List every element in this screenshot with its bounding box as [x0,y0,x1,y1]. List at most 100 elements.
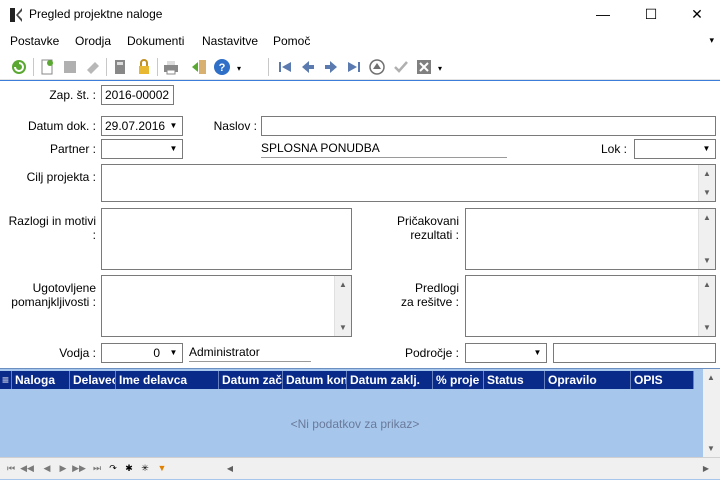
refresh-icon[interactable] [10,58,28,76]
grid-scrollbar[interactable]: ▲ ▼ [703,369,720,457]
first-record-icon[interactable] [276,58,294,76]
nav-prev-page-icon[interactable]: ◀◀ [20,461,34,475]
nav-last-icon[interactable]: ⏭ [90,461,104,475]
scrollbar[interactable]: ▲ ▼ [698,165,715,201]
predlogi-label-line1: Predlogi [414,281,459,295]
podrocje-label: Področje : [404,346,459,360]
column-header[interactable]: Datum zaklj. [347,371,433,389]
scrollbar[interactable]: ▲ ▼ [698,209,715,269]
scroll-up-icon[interactable]: ▲ [699,276,715,293]
vodja-field[interactable]: 0 ▼ [101,343,183,363]
datum-dok-field[interactable]: 29.07.2016 ▼ [101,116,183,136]
pricakovani-memo[interactable]: ▲ ▼ [465,208,716,270]
project-form: Zap. št. : 2016-00002 Datum dok. : 29.07… [0,80,720,368]
menu-postavke[interactable]: Postavke [10,34,59,48]
close-box-icon[interactable] [415,58,433,76]
scroll-up-icon[interactable]: ▲ [699,165,715,182]
lok-label: Lok : [600,142,627,156]
toolbar-separator [106,58,107,76]
scroll-up-icon[interactable]: ▲ [703,369,719,386]
scroll-down-icon[interactable]: ▼ [335,319,351,336]
scroll-up-icon[interactable]: ▲ [335,276,351,293]
scroll-up-icon[interactable]: ▲ [699,209,715,226]
predlogi-memo[interactable]: ▲ ▼ [465,275,716,337]
lock-icon[interactable] [135,58,153,76]
help-icon[interactable]: ? [213,58,231,76]
svg-text:?: ? [219,62,226,74]
toolbar-dropdown-icon[interactable]: ▾ [438,64,442,73]
zap-st-field[interactable]: 2016-00002 [101,85,174,105]
filter-icon[interactable]: ▼ [155,461,169,475]
last-record-icon[interactable] [345,58,363,76]
eraser-icon[interactable] [84,58,102,76]
cilj-projekta-memo[interactable]: ▲ ▼ [101,164,716,202]
horizontal-scrollbar[interactable]: ◀ ▶ [222,460,720,477]
nav-next-page-icon[interactable]: ▶▶ [72,461,86,475]
column-header[interactable]: Datum zač. [219,371,283,389]
column-header[interactable]: Status [484,371,545,389]
menu-bar: Postavke Orodja Dokumenti Nastavitve Pom… [0,31,720,53]
copy-icon[interactable] [61,58,79,76]
scroll-left-icon[interactable]: ◀ [222,460,238,477]
nav-first-icon[interactable]: ⏮ [4,461,18,475]
partner-name: SPLOSNA PONUDBA [261,141,507,158]
calculator-icon[interactable] [111,58,129,76]
confirm-check-icon[interactable] [392,58,410,76]
pricakovani-label-line2: rezultati : [410,228,459,242]
toolbar: ? ▾ ▾ [0,54,720,80]
column-header[interactable]: OPIS [631,371,694,389]
minimize-button[interactable]: — [580,0,626,30]
chevron-down-icon[interactable]: ▼ [165,344,182,362]
close-button[interactable]: ✕ [674,0,720,30]
partner-field[interactable]: ▼ [101,139,183,159]
nav-refresh-icon[interactable]: ↷ [106,461,120,475]
podrocje-field[interactable]: ▼ [465,343,547,363]
scroll-down-icon[interactable]: ▼ [699,184,715,201]
scrollbar[interactable]: ▲ ▼ [334,276,351,336]
exit-icon[interactable] [190,58,208,76]
menu-pomoc[interactable]: Pomoč [273,34,310,48]
menu-nastavitve[interactable]: Nastavitve [202,34,258,48]
ugotovljene-label-line2: pomanjkljivosti : [11,295,96,309]
podrocje-text-field[interactable] [553,343,716,363]
previous-record-icon[interactable] [299,58,317,76]
column-header[interactable]: Datum kon. [283,371,347,389]
nav-prev-icon[interactable]: ◀ [40,461,54,475]
toolbar-dropdown-icon[interactable]: ▾ [237,64,241,73]
grid-menu-icon[interactable]: ≡ [0,371,12,389]
nav-asterisk-icon[interactable]: ✱ [122,461,136,475]
menu-orodja[interactable]: Orodja [75,34,111,48]
toolbar-separator [33,58,34,76]
razlogi-memo[interactable] [101,208,352,270]
print-icon[interactable] [162,58,180,76]
scroll-down-icon[interactable]: ▼ [703,440,719,457]
menu-overflow-icon[interactable]: ▾ [709,35,714,46]
scroll-down-icon[interactable]: ▼ [699,319,715,336]
column-header[interactable]: Delavec [70,371,116,389]
column-header[interactable]: Opravilo [545,371,631,389]
chevron-down-icon[interactable]: ▼ [165,140,182,158]
cancel-circle-icon[interactable] [368,58,386,76]
maximize-button[interactable]: ☐ [628,0,674,30]
column-header[interactable]: % proje [433,371,484,389]
scroll-down-icon[interactable]: ▼ [699,252,715,269]
lok-field[interactable]: ▼ [634,139,716,159]
chevron-down-icon[interactable]: ▼ [698,140,715,158]
predlogi-label: Predlogi za rešitve : [380,281,459,309]
scroll-right-icon[interactable]: ▶ [698,460,714,477]
naslov-field[interactable] [261,116,716,136]
chevron-down-icon[interactable]: ▼ [165,117,182,135]
chevron-down-icon[interactable]: ▼ [529,344,546,362]
nav-next-icon[interactable]: ▶ [56,461,70,475]
menu-dokumenti[interactable]: Dokumenti [127,34,184,48]
column-header[interactable]: Naloga [12,371,70,389]
scrollbar[interactable]: ▲ ▼ [698,276,715,336]
next-record-icon[interactable] [322,58,340,76]
predlogi-label-line2: za rešitve : [400,295,459,309]
tasks-grid: ≡ Naloga Delavec Ime delavca Datum zač. … [0,368,720,480]
naslov-label: Naslov : [213,119,257,133]
ugotovljene-memo[interactable]: ▲ ▼ [101,275,352,337]
column-header[interactable]: Ime delavca [116,371,219,389]
new-document-icon[interactable] [38,58,56,76]
nav-star-icon[interactable]: ✳ [138,461,152,475]
